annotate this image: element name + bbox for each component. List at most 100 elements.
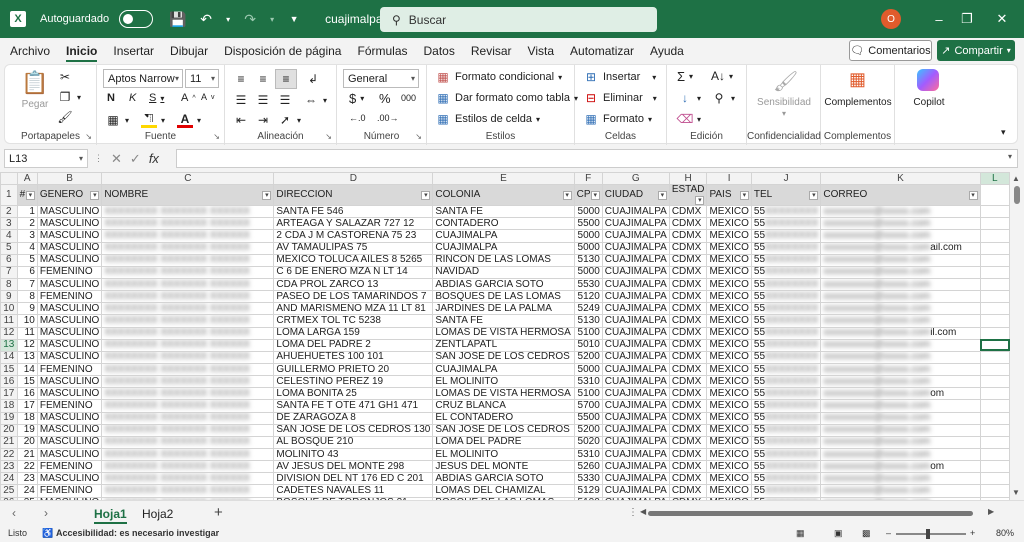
cell[interactable]: XXXXXXXX XXXXXXX XXXXXX: [101, 387, 275, 401]
cell[interactable]: 11: [16, 326, 38, 340]
cell[interactable]: LOMA DEL PADRE 2: [273, 338, 434, 352]
format-cells-button[interactable]: ▦ Formato ▾: [583, 111, 652, 127]
cell[interactable]: CDMX: [668, 362, 708, 377]
cell[interactable]: CDMX: [668, 326, 708, 340]
cell[interactable]: 5120: [573, 290, 603, 304]
copy-icon[interactable]: ❐ ▾: [57, 89, 81, 105]
cell[interactable]: SANTA FE: [432, 314, 575, 328]
cell[interactable]: CUAJIMALPA: [601, 399, 670, 413]
horizontal-scrollbar[interactable]: [644, 510, 984, 518]
cell[interactable]: LOMA LARGA 159: [273, 326, 434, 340]
cell[interactable]: CDMX: [668, 253, 708, 267]
cell[interactable]: 55XXXXXXXX: [750, 375, 822, 389]
cell[interactable]: CUAJIMALPA: [601, 362, 670, 377]
filter-dropdown-icon[interactable]: ▾: [809, 191, 819, 201]
cell[interactable]: AV JESUS DEL MONTE 298: [273, 460, 434, 474]
column-header-i[interactable]: I: [706, 172, 752, 186]
cell[interactable]: 5260: [573, 460, 603, 474]
menu-disposici-n-de-p-gina[interactable]: Disposición de página: [216, 38, 349, 64]
cell[interactable]: CDMX: [668, 484, 708, 498]
row-header[interactable]: 18: [0, 399, 18, 413]
vertical-scroll-thumb[interactable]: [1014, 186, 1020, 204]
cell[interactable]: 3: [16, 229, 38, 243]
cell[interactable]: xxxxxxxxxx@xxxxx.com: [820, 423, 981, 437]
grow-font-icon[interactable]: A ^: [181, 92, 196, 104]
spreadsheet-grid[interactable]: ABCDEFGHIJKL 1 # ▾ GENERO ▾ NOMBRE ▾ DIRECCION ▾…: [0, 172, 1010, 500]
cell[interactable]: xxxxxxxxxx@xxxxx.com: [820, 229, 981, 243]
cell[interactable]: SANTA FE 546: [273, 205, 434, 219]
cell[interactable]: CELESTINO PEREZ 19: [273, 375, 434, 389]
cell[interactable]: 5000: [573, 205, 603, 219]
row-header[interactable]: 14: [0, 350, 18, 364]
cell[interactable]: MEXICO: [706, 277, 752, 292]
column-title[interactable]: CP ▾: [573, 184, 603, 207]
cell[interactable]: 55XXXXXXXX: [750, 229, 822, 243]
cell[interactable]: 4: [16, 241, 38, 255]
font-color-icon[interactable]: A ▾: [177, 112, 201, 128]
filter-dropdown-icon[interactable]: ▾: [695, 196, 705, 205]
cell[interactable]: XXXXXXXX XXXXXXX XXXXXX: [101, 362, 275, 377]
cell[interactable]: [979, 229, 1010, 243]
cell[interactable]: XXXXXXXX XXXXXXX XXXXXX: [101, 205, 275, 219]
column-title[interactable]: NOMBRE ▾: [101, 184, 275, 207]
cell[interactable]: xxxxxxxxxx@xxxxx.com: [820, 350, 981, 364]
cell[interactable]: MASCULINO: [36, 387, 103, 401]
cell[interactable]: MEXICO: [706, 375, 752, 389]
cell[interactable]: MEXICO: [706, 205, 752, 219]
cell[interactable]: 13: [16, 350, 38, 364]
column-header-a[interactable]: A: [16, 172, 38, 186]
zoom-level[interactable]: 80%: [996, 528, 1014, 538]
cell[interactable]: LOMAS DE VISTA HERMOSA: [432, 387, 575, 401]
cell[interactable]: 55XXXXXXXX: [750, 314, 822, 328]
row-header[interactable]: 24: [0, 472, 18, 486]
accessibility-status[interactable]: Accesibilidad: es necesario investigar: [56, 528, 219, 538]
cell[interactable]: xxxxxxxxxx@xxxxx.com: [820, 375, 981, 389]
expand-formula-icon[interactable]: ▾: [1008, 152, 1012, 161]
cell[interactable]: FEMENINO: [36, 290, 103, 304]
row-header[interactable]: 7: [0, 265, 18, 279]
cell[interactable]: CDMX: [668, 277, 708, 292]
cell[interactable]: JARDINES DE LA PALMA: [432, 302, 575, 316]
cell[interactable]: CDMX: [668, 399, 708, 413]
cell[interactable]: MEXICO: [706, 265, 752, 279]
cell[interactable]: CUAJIMALPA: [601, 484, 670, 498]
save-icon[interactable]: 💾: [167, 8, 189, 30]
cell[interactable]: 5200: [573, 350, 603, 364]
cell[interactable]: CDMX: [668, 302, 708, 316]
row-header[interactable]: 13: [0, 338, 18, 352]
cell[interactable]: xxxxxxxxxx@xxxxx.comil.com: [820, 326, 981, 340]
customize-toolbar-icon[interactable]: ▼: [283, 8, 305, 30]
enter-icon[interactable]: ✓: [130, 151, 141, 167]
cell[interactable]: C 6 DE ENERO MZA N LT 14: [273, 265, 434, 279]
cell[interactable]: XXXXXXXX XXXXXXX XXXXXX: [101, 265, 275, 279]
cell[interactable]: [979, 253, 1010, 267]
font-size-select[interactable]: 11 ▾: [185, 69, 219, 88]
clear-icon[interactable]: ⌫ ▾: [677, 111, 702, 127]
cell[interactable]: 55XXXXXXXX: [750, 399, 822, 413]
cell[interactable]: CUAJIMALPA: [601, 472, 670, 486]
cell[interactable]: xxxxxxxxxx@xxxxx.com: [820, 447, 981, 462]
fill-icon[interactable]: ↓ ▾: [677, 90, 701, 106]
cell[interactable]: 12: [16, 338, 38, 352]
orientation-icon[interactable]: ➚ ▾: [277, 112, 301, 128]
cell[interactable]: FEMENINO: [36, 362, 103, 377]
cell[interactable]: CUAJIMALPA: [601, 229, 670, 243]
cut-icon[interactable]: ✂: [57, 69, 73, 85]
wrap-text-icon[interactable]: ↲: [305, 71, 321, 87]
cancel-icon[interactable]: ✕: [111, 151, 122, 167]
cell[interactable]: MASCULINO: [36, 338, 103, 352]
cell[interactable]: CUAJIMALPA: [432, 229, 575, 243]
cell[interactable]: MEXICO: [706, 423, 752, 437]
filter-dropdown-icon[interactable]: ▾: [25, 191, 35, 201]
cell[interactable]: 5: [16, 253, 38, 267]
cell[interactable]: 19: [16, 423, 38, 437]
cell[interactable]: 14: [16, 362, 38, 377]
cell[interactable]: EL CONTADERO: [432, 411, 575, 425]
cell[interactable]: 5100: [573, 326, 603, 340]
cell[interactable]: 55XXXXXXXX: [750, 472, 822, 486]
cell[interactable]: CDMX: [668, 205, 708, 219]
cell[interactable]: EL MOLINITO: [432, 375, 575, 389]
cell[interactable]: CRUZ BLANCA: [432, 399, 575, 413]
cell[interactable]: xxxxxxxxxx@xxxxx.com: [820, 411, 981, 425]
cell[interactable]: ZENTLAPATL: [432, 338, 575, 352]
